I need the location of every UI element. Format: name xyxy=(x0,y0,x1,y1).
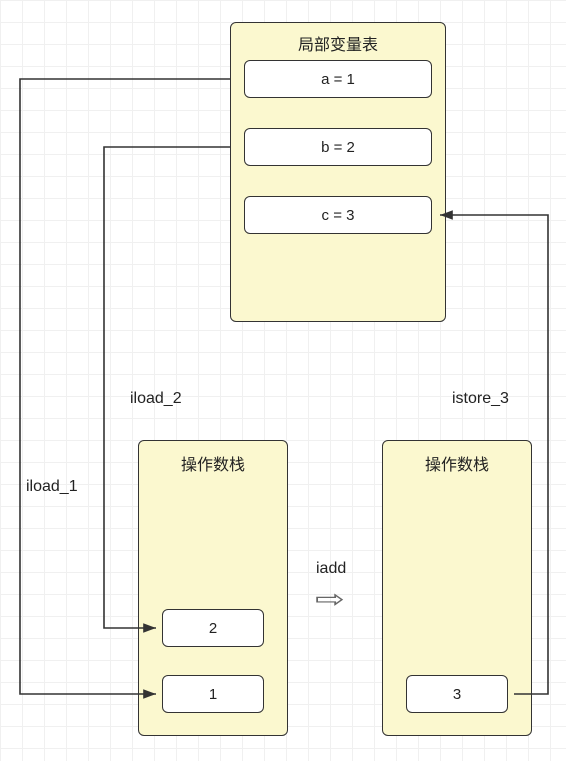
operand-stack-left-title: 操作数栈 xyxy=(139,441,287,475)
iload1-label: iload_1 xyxy=(26,478,78,496)
stack-left-cell-1: 1 xyxy=(162,675,264,713)
operand-stack-right-title: 操作数栈 xyxy=(383,441,531,475)
iadd-arrow-icon: ⇨ xyxy=(315,584,345,613)
var-cell-c: c = 3 xyxy=(244,196,432,234)
iadd-label: iadd xyxy=(316,560,346,578)
iload2-label: iload_2 xyxy=(130,390,182,408)
stack-right-cell-0: 3 xyxy=(406,675,508,713)
stack-left-cell-0: 2 xyxy=(162,609,264,647)
var-cell-b: b = 2 xyxy=(244,128,432,166)
istore3-label: istore_3 xyxy=(452,390,509,408)
var-cell-a: a = 1 xyxy=(244,60,432,98)
local-variable-table-title: 局部变量表 xyxy=(231,23,445,59)
